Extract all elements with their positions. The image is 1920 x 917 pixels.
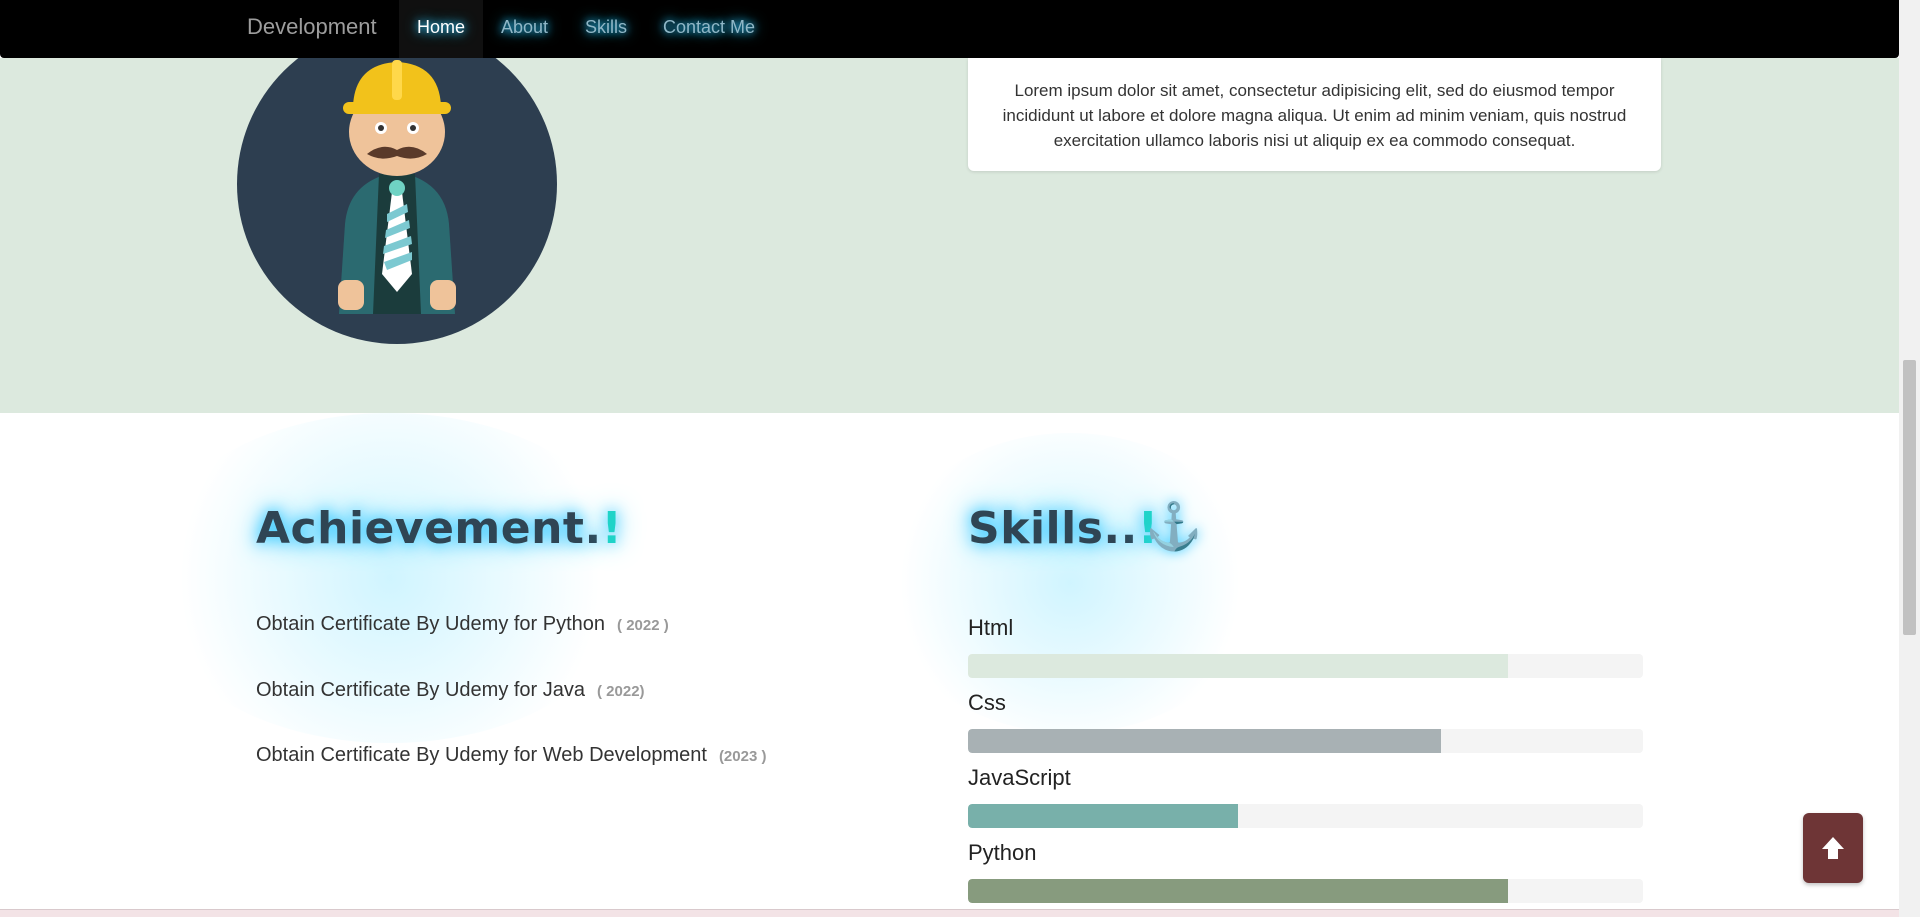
skill-bar-python bbox=[968, 879, 1643, 903]
nav-about[interactable]: About bbox=[483, 0, 566, 58]
achievement-text: Obtain Certificate By Udemy for Python bbox=[256, 613, 606, 635]
skill-label-css: Css bbox=[968, 690, 1006, 715]
skill-fill-css bbox=[968, 729, 1441, 753]
back-to-top-button[interactable] bbox=[1803, 813, 1863, 883]
bottom-strip bbox=[0, 909, 1899, 917]
achievement-item: Obtain Certificate By Udemy for Web Deve… bbox=[256, 744, 766, 767]
achievement-item: Obtain Certificate By Udemy for Python ( … bbox=[256, 613, 669, 636]
avatar-illustration-icon bbox=[338, 60, 456, 314]
achievement-title-mark: ! bbox=[601, 503, 623, 554]
achievement-text: Obtain Certificate By Udemy for Web Deve… bbox=[256, 744, 707, 766]
achievement-item: Obtain Certificate By Udemy for Java ( 20… bbox=[256, 679, 645, 702]
achievement-title: Achievement. bbox=[256, 503, 602, 554]
skill-label-html: Html bbox=[968, 615, 1014, 640]
arrow-up-icon bbox=[1822, 837, 1844, 859]
skill-fill-javascript bbox=[968, 804, 1238, 828]
anchor-icon: ⚓ bbox=[1145, 500, 1203, 552]
skill-fill-python bbox=[968, 879, 1508, 903]
navbar-brand[interactable]: Development bbox=[247, 0, 377, 54]
glow-decoration bbox=[880, 433, 1260, 733]
intro-card: Lorem ipsum dolor sit amet, consectetur … bbox=[968, 58, 1661, 171]
achievement-heading: Achievement.! bbox=[256, 503, 622, 554]
skill-bar-css bbox=[968, 729, 1643, 753]
nav-skills[interactable]: Skills bbox=[567, 0, 645, 58]
scrollbar-thumb[interactable] bbox=[1903, 360, 1916, 635]
skill-fill-html bbox=[968, 654, 1508, 678]
achievement-year: (2023 ) bbox=[718, 748, 767, 765]
skills-heading: Skills..! bbox=[968, 503, 1158, 554]
skill-bar-javascript bbox=[968, 804, 1643, 828]
hero-section: Lorem ipsum dolor sit amet, consectetur … bbox=[0, 58, 1899, 413]
achievement-text: Obtain Certificate By Udemy for Java bbox=[256, 679, 586, 701]
achievement-year: ( 2022) bbox=[597, 683, 645, 700]
nav-home[interactable]: Home bbox=[399, 0, 484, 58]
skill-bar-html bbox=[968, 654, 1643, 678]
achievement-year: ( 2022 ) bbox=[617, 617, 669, 634]
page-scrollbar[interactable] bbox=[1899, 0, 1920, 917]
skill-label-javascript: JavaScript bbox=[968, 765, 1071, 790]
nav-contact[interactable]: Contact Me bbox=[645, 0, 773, 58]
intro-text: Lorem ipsum dolor sit amet, consectetur … bbox=[1002, 81, 1627, 150]
achievements-skills-section: Achievement.! Obtain Certificate By Udem… bbox=[0, 413, 1899, 909]
skill-label-python: Python bbox=[968, 840, 1037, 865]
skills-title: Skills.. bbox=[968, 503, 1138, 554]
navbar: Development Home About Skills Contact Me bbox=[0, 0, 1899, 58]
construction-worker-avatar bbox=[237, 58, 557, 344]
